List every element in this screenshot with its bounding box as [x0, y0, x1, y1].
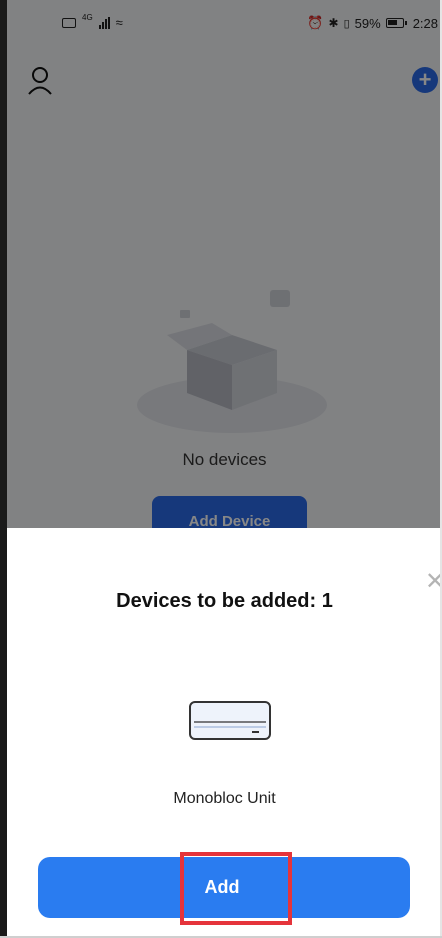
phone-screen: 4G ≈ ⏰ ✱ ▯ 59% 2:28 + No devices Add Dev…	[0, 0, 442, 938]
add-button[interactable]: Add	[38, 857, 410, 918]
bottom-sheet: ✕ Devices to be added: 1 Monobloc Unit A…	[7, 528, 442, 938]
frame-edge-left	[0, 0, 7, 938]
add-button-label: Add	[204, 877, 240, 897]
device-name: Monobloc Unit	[173, 790, 276, 807]
air-conditioner-unit-icon	[189, 701, 271, 740]
sheet-title: Devices to be added: 1	[116, 590, 333, 612]
